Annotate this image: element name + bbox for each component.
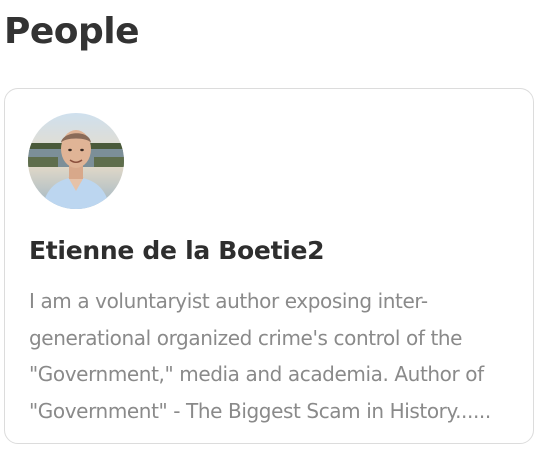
bio-line: generational organized crime's control o… xyxy=(29,325,463,350)
avatar[interactable] xyxy=(28,113,124,209)
person-name[interactable]: Etienne de la Boetie2 xyxy=(29,235,325,267)
person-bio: I am a voluntaryist author exposing inte… xyxy=(29,283,519,429)
bio-line: "Government" - The Biggest Scam in Histo… xyxy=(29,398,491,423)
person-card[interactable]: Etienne de la Boetie2 I am a voluntaryis… xyxy=(4,88,534,444)
bio-line: "Government," media and academia. Author… xyxy=(29,362,484,386)
section-title: People xyxy=(4,11,140,52)
profile-photo-icon xyxy=(28,113,124,209)
bio-line: I am a voluntaryist author exposing inte… xyxy=(29,289,428,313)
